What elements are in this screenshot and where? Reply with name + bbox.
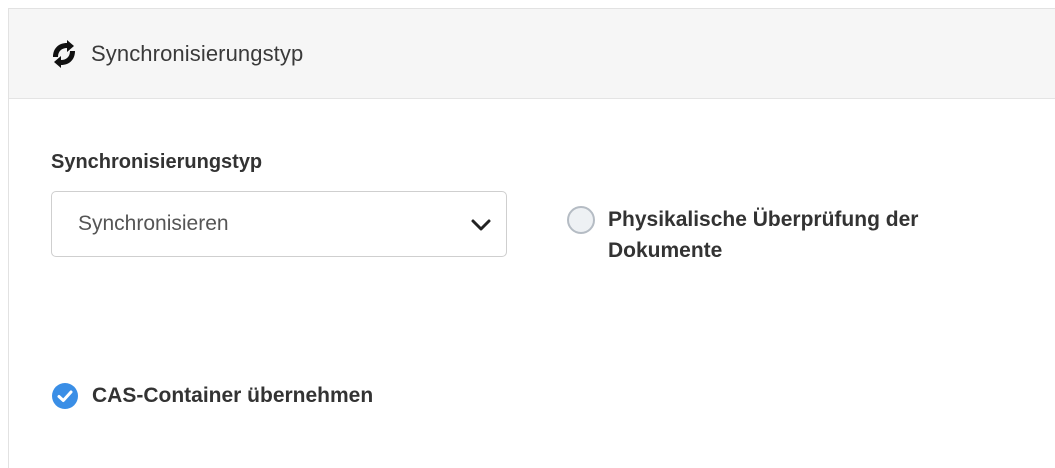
- sync-type-selected-value: Synchronisieren: [78, 212, 229, 235]
- chevron-down-icon: [470, 214, 492, 236]
- sync-icon: [49, 39, 79, 69]
- sync-type-label: Synchronisierungstyp: [51, 151, 263, 173]
- panel-header: Synchronisierungstyp: [9, 9, 1055, 99]
- sync-type-panel: Synchronisierungstyp Synchronisierungsty…: [8, 8, 1055, 468]
- panel-title: Synchronisierungstyp: [91, 40, 304, 66]
- sync-type-select[interactable]: Synchronisieren: [51, 191, 507, 257]
- physical-check-label: Physikalische Überprüfung der Dokumente: [608, 208, 919, 262]
- cas-container-option[interactable]: CAS-Container übernehmen: [51, 382, 373, 410]
- physical-check-option[interactable]: Physikalische Überprüfung der Dokumente: [567, 204, 1008, 266]
- physical-check-radio[interactable]: [567, 206, 595, 234]
- checkmark-circle-icon[interactable]: [51, 382, 79, 410]
- cas-container-label: CAS-Container übernehmen: [92, 384, 374, 407]
